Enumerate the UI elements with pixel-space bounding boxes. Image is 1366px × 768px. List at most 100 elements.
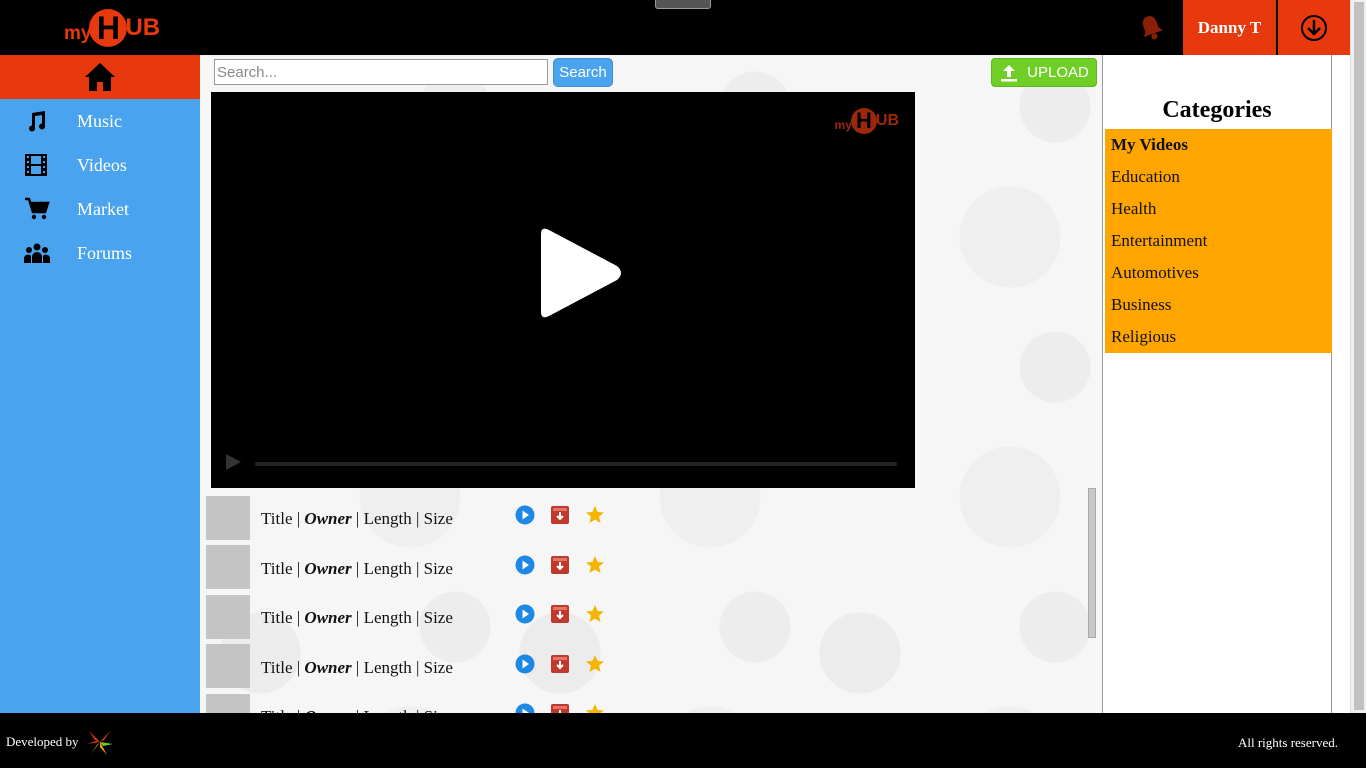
row-actions <box>515 654 605 674</box>
sidebar: Music Videos Market Forums <box>0 55 200 713</box>
sidebar-item-videos[interactable]: Videos <box>0 143 200 187</box>
category-education[interactable]: Education <box>1105 161 1332 193</box>
user-menu-button[interactable]: Danny T <box>1183 0 1277 55</box>
sidebar-item-market[interactable]: Market <box>0 187 200 231</box>
upload-label: UPLOAD <box>1027 64 1089 81</box>
page-scrollbar[interactable] <box>1350 0 1366 713</box>
play-icon[interactable] <box>515 555 535 575</box>
upload-button[interactable]: UPLOAD <box>991 58 1097 87</box>
download-icon[interactable] <box>550 703 570 713</box>
video-size: Size <box>423 509 453 528</box>
video-thumbnail[interactable] <box>206 545 250 590</box>
play-icon[interactable] <box>515 604 535 624</box>
video-size: Size <box>423 608 453 627</box>
row-actions <box>515 505 605 525</box>
video-owner: Owner <box>304 657 352 677</box>
table-row[interactable]: Title | Owner | Length | Size <box>206 592 1086 642</box>
top-bar: my H UB Danny T <box>0 0 1350 55</box>
player-watermark-logo: my H UB <box>835 108 899 134</box>
favorite-star-icon[interactable] <box>585 555 605 575</box>
sidebar-item-label: Videos <box>77 154 127 175</box>
video-thumbnail[interactable] <box>206 495 250 540</box>
video-length: Length <box>363 558 412 578</box>
download-icon[interactable] <box>550 505 570 525</box>
separator: | <box>296 558 301 578</box>
video-thumbnail[interactable] <box>206 644 250 689</box>
search-input[interactable] <box>214 59 548 85</box>
play-icon[interactable] <box>515 505 535 525</box>
big-play-icon[interactable] <box>531 226 625 320</box>
video-title: Title <box>261 558 293 578</box>
categories-list: My Videos Education Health Entertainment… <box>1105 129 1332 353</box>
separator: | <box>355 509 360 528</box>
upload-icon <box>1001 64 1018 81</box>
myhub-logo[interactable]: my H UB <box>64 6 160 50</box>
separator: | <box>355 657 360 677</box>
download-icon[interactable] <box>550 555 570 575</box>
sidebar-item-label: Forums <box>77 242 133 263</box>
copyright-text: All rights reserved. <box>1237 735 1338 750</box>
video-list: Title | Owner | Length | Size Title | Own… <box>206 493 1086 713</box>
developed-by-label: Developed by <box>6 734 79 749</box>
video-thumbnail[interactable] <box>206 594 250 639</box>
home-button[interactable] <box>0 55 200 99</box>
table-row[interactable]: Title | Owner | Length | Size <box>206 691 1086 713</box>
category-automotives[interactable]: Automotives <box>1105 257 1332 289</box>
video-owner: Owner <box>304 608 352 627</box>
page-scrollbar-thumb[interactable] <box>1354 2 1364 710</box>
category-health[interactable]: Health <box>1105 193 1332 225</box>
footer: Developed by All rights reserved. <box>0 713 1366 768</box>
video-length: Length <box>363 509 412 528</box>
video-title: Title <box>261 608 293 627</box>
seek-bar[interactable] <box>255 462 897 466</box>
video-title: Title <box>261 657 293 677</box>
separator: | <box>296 608 301 627</box>
music-note-icon <box>0 109 77 133</box>
categories-title: Categories <box>1162 97 1272 123</box>
developer-logo-icon[interactable] <box>85 727 115 757</box>
window-drag-handle[interactable] <box>655 0 711 9</box>
video-length: Length <box>363 608 412 627</box>
sidebar-item-label: Market <box>77 198 129 219</box>
category-religious[interactable]: Religious <box>1105 321 1332 353</box>
category-my-videos[interactable]: My Videos <box>1105 129 1332 161</box>
video-thumbnail[interactable] <box>206 693 250 713</box>
download-icon[interactable] <box>550 604 570 624</box>
category-entertainment[interactable]: Entertainment <box>1105 225 1332 257</box>
download-icon[interactable] <box>1278 0 1350 55</box>
category-business[interactable]: Business <box>1105 289 1332 321</box>
play-icon[interactable] <box>515 703 535 713</box>
play-icon[interactable] <box>515 654 535 674</box>
row-actions <box>515 604 605 624</box>
separator: | <box>415 558 420 578</box>
table-row[interactable]: Title | Owner | Length | Size <box>206 493 1086 543</box>
watermark-ub-text: UB <box>875 112 899 129</box>
download-icon[interactable] <box>550 654 570 674</box>
home-icon <box>85 63 115 91</box>
sidebar-item-label: Music <box>77 110 122 131</box>
favorite-star-icon[interactable] <box>585 654 605 674</box>
favorite-star-icon[interactable] <box>585 703 605 713</box>
search-button[interactable]: Search <box>553 58 613 87</box>
video-player[interactable]: my H UB <box>211 92 915 488</box>
developer-credit: Developed by <box>6 727 115 757</box>
row-actions <box>515 555 605 575</box>
table-row[interactable]: Title | Owner | Length | Size <box>206 642 1086 692</box>
film-icon <box>0 153 77 177</box>
separator: | <box>296 509 301 528</box>
logo-ub-text: UB <box>125 14 161 41</box>
watermark-h-badge: H <box>850 108 877 134</box>
video-meta: Title | Owner | Length | Size <box>261 509 453 529</box>
watermark-my-text: my <box>834 118 852 132</box>
sidebar-item-forums[interactable]: Forums <box>0 231 200 275</box>
notification-bell-icon[interactable] <box>1134 10 1168 44</box>
list-scrollbar[interactable] <box>1088 488 1096 638</box>
table-row[interactable]: Title | Owner | Length | Size <box>206 543 1086 593</box>
play-control-icon[interactable] <box>223 452 243 472</box>
sidebar-item-music[interactable]: Music <box>0 99 200 143</box>
video-meta: Title | Owner | Length | Size <box>261 559 453 579</box>
categories-panel: Categories My Videos Education Health En… <box>1102 55 1332 713</box>
video-meta: Title | Owner | Length | Size <box>261 658 453 678</box>
favorite-star-icon[interactable] <box>585 505 605 525</box>
favorite-star-icon[interactable] <box>585 604 605 624</box>
